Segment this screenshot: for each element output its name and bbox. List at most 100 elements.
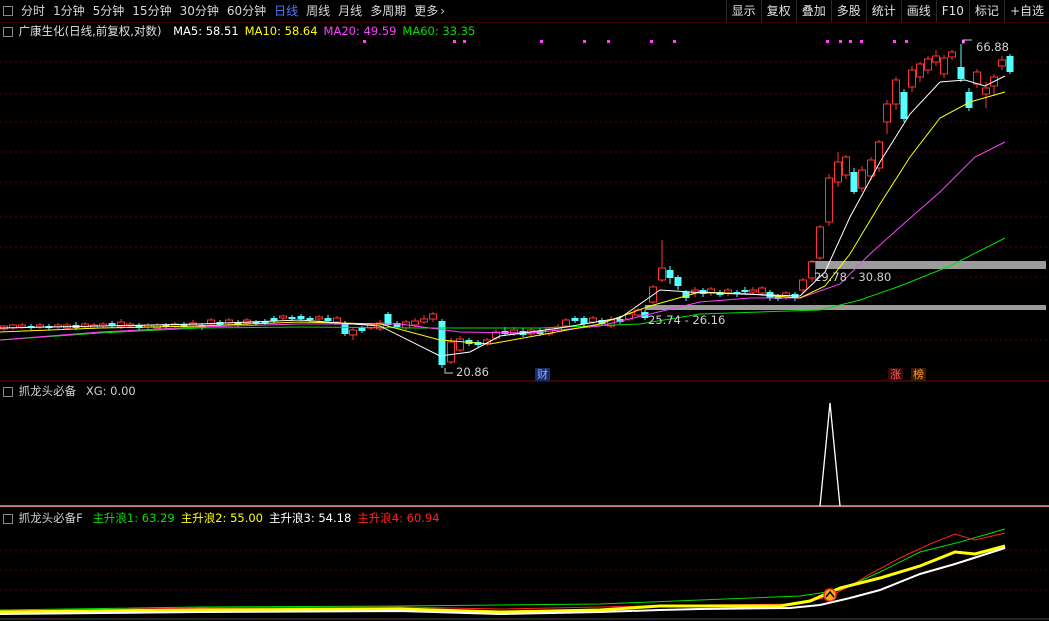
main-wave-3-line xyxy=(0,547,1006,616)
candle-body-112 xyxy=(973,71,981,85)
candle-body-51 xyxy=(456,338,464,351)
candle-body-107 xyxy=(932,55,940,63)
toolbar-button-0[interactable]: 显示 xyxy=(725,0,761,22)
candle-body-32 xyxy=(288,317,296,319)
signal-dot-11 xyxy=(860,40,863,43)
main-wave-4-line xyxy=(0,532,1006,612)
candle-body-108 xyxy=(940,57,948,75)
signal-dot-7 xyxy=(673,40,676,43)
candle-body-2 xyxy=(18,324,26,328)
candle-body-104 xyxy=(908,69,916,88)
period-tabs: 分时 1分钟 5分钟 15分钟 30分钟 60分钟 日线 周线 月线 多周期 更多 xyxy=(17,0,442,22)
candle-body-86 xyxy=(758,287,766,294)
list-marker[interactable]: 榜 xyxy=(911,368,926,381)
price-high-label: 66.88 xyxy=(976,40,1009,54)
candle-body-31 xyxy=(279,315,287,319)
candle-body-13 xyxy=(117,321,125,328)
period-tab-8[interactable]: 月线 xyxy=(334,0,366,22)
signal-dot-3 xyxy=(540,40,543,43)
candle-body-64 xyxy=(571,318,579,321)
candle-body-94 xyxy=(825,177,833,223)
candle-body-43 xyxy=(384,314,392,325)
zone-upper-label: 29.78 - 30.80 xyxy=(814,270,891,284)
candle-body-46 xyxy=(411,320,419,326)
candle-body-113 xyxy=(982,87,990,95)
signal-dot-0 xyxy=(363,40,366,43)
candle-body-91 xyxy=(799,279,807,291)
period-tab-3[interactable]: 15分钟 xyxy=(128,0,175,22)
toolbar-right-buttons: 显示 复权 叠加 多股 统计 画线 F10 标记 +自选 xyxy=(725,0,1049,22)
period-tab-2[interactable]: 5分钟 xyxy=(89,0,129,22)
candle-body-85 xyxy=(749,289,757,293)
candle-body-103 xyxy=(900,92,908,119)
candle-body-35 xyxy=(315,316,323,320)
signal-dot-1 xyxy=(453,40,456,43)
signal-dot-5 xyxy=(607,40,610,43)
toolbar-button-6[interactable]: F10 xyxy=(935,0,969,22)
candle-body-84 xyxy=(741,290,749,292)
period-toolbar: 分时 1分钟 5分钟 15分钟 30分钟 60分钟 日线 周线 月线 多周期 更多 › 显示 复权 叠加… xyxy=(0,0,1049,23)
candle-body-96 xyxy=(842,156,850,176)
candle-body-37 xyxy=(333,317,341,323)
period-tab-10[interactable]: 更多 xyxy=(410,0,442,22)
toolbar-button-3[interactable]: 多股 xyxy=(830,0,866,22)
candle-body-111 xyxy=(965,92,973,108)
candle-body-38 xyxy=(341,324,349,334)
candle-body-101 xyxy=(883,103,891,123)
ma5-line xyxy=(0,75,1006,357)
xg-signal-spike xyxy=(819,402,841,507)
candle-body-98 xyxy=(858,169,866,189)
window-menu-icon[interactable] xyxy=(3,6,13,16)
candlestick-chart[interactable]: 66.88 20.86 29.78 - 30.80 25.74 - 26.16 xyxy=(0,22,1049,382)
signal-dot-4 xyxy=(583,40,586,43)
signal-dot-12 xyxy=(893,40,896,43)
toolbar-button-1[interactable]: 复权 xyxy=(760,0,796,22)
period-tab-0[interactable]: 分时 xyxy=(17,0,49,22)
candle-body-66 xyxy=(589,317,597,323)
candle-body-48 xyxy=(429,313,437,320)
toolbar-button-7[interactable]: 标记 xyxy=(968,0,1004,22)
finance-marker[interactable]: 财 xyxy=(535,368,550,381)
candle-body-116 xyxy=(1006,56,1014,72)
signal-dot-6 xyxy=(650,40,653,43)
period-tab-9[interactable]: 多周期 xyxy=(366,0,410,22)
toolbar-button-4[interactable]: 统计 xyxy=(865,0,901,22)
resistance-zone xyxy=(810,261,1046,269)
rise-marker[interactable]: 涨 xyxy=(888,368,903,381)
support-zone xyxy=(645,305,1046,310)
toolbar-button-2[interactable]: 叠加 xyxy=(795,0,831,22)
signal-dot-9 xyxy=(839,40,842,43)
candle-body-105 xyxy=(916,63,924,78)
period-tab-1[interactable]: 1分钟 xyxy=(49,0,89,22)
candle-body-76 xyxy=(674,277,682,286)
period-tab-4[interactable]: 30分钟 xyxy=(176,0,223,22)
candle-body-110 xyxy=(957,67,965,79)
candle-body-36 xyxy=(324,318,332,321)
indicator2-chart[interactable] xyxy=(0,508,1049,621)
period-tab-7[interactable]: 周线 xyxy=(302,0,334,22)
period-tab-6[interactable]: 日线 xyxy=(270,0,302,22)
period-tab-5[interactable]: 60分钟 xyxy=(223,0,270,22)
price-low-label: 20.86 xyxy=(456,365,489,379)
candle-body-115 xyxy=(998,59,1006,67)
candle-body-40 xyxy=(358,328,366,331)
candle-body-75 xyxy=(666,270,674,278)
candle-body-34 xyxy=(306,318,314,320)
more-chevron-icon[interactable]: › xyxy=(440,4,445,18)
toolbar-button-8[interactable]: +自选 xyxy=(1003,0,1049,22)
candle-body-50 xyxy=(447,341,455,363)
signal-dot-10 xyxy=(849,40,852,43)
candle-body-93 xyxy=(816,226,824,259)
candle-body-33 xyxy=(297,316,305,319)
toolbar-button-5[interactable]: 画线 xyxy=(900,0,936,22)
candle-body-102 xyxy=(892,79,900,105)
signal-dot-2 xyxy=(463,40,466,43)
candle-body-109 xyxy=(948,51,956,58)
low-pointer xyxy=(444,368,453,374)
candle-body-95 xyxy=(834,161,842,183)
candle-body-106 xyxy=(924,58,932,71)
zone-lower-label: 25.74 - 26.16 xyxy=(648,313,725,327)
signal-dot-8 xyxy=(826,40,829,43)
candle-body-39 xyxy=(349,329,357,336)
indicator1-chart[interactable] xyxy=(0,382,1049,508)
